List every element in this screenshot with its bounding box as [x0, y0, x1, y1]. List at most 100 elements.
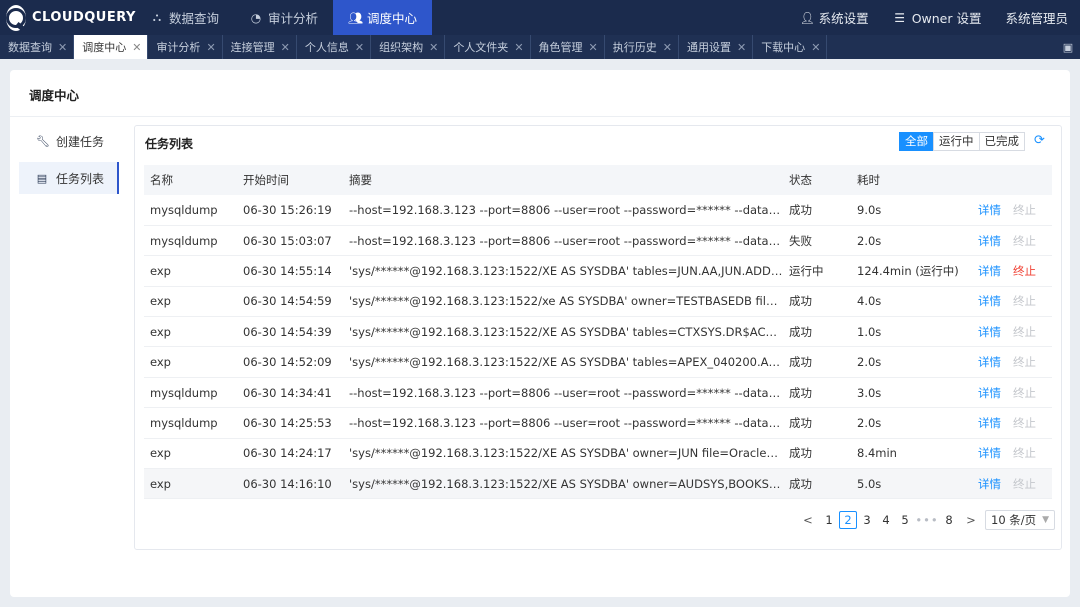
page-number[interactable]: 8 — [940, 511, 958, 529]
cell-actions: 详情 终止 — [978, 286, 1052, 318]
tab-history[interactable]: 执行历史 ✕ — [605, 35, 679, 59]
close-icon[interactable]: ✕ — [737, 41, 746, 54]
divider — [10, 116, 1070, 117]
cell-duration: 1.0s — [851, 316, 978, 348]
page-number[interactable]: 5 — [896, 511, 914, 529]
stop-link[interactable]: 终止 — [1013, 264, 1036, 278]
tab-bar: 数据查询 ✕ 调度中心 ✕ 审计分析 ✕ 连接管理 ✕ 个人信息 ✕ 组织架构 ✕ 个人文件… — [0, 35, 1080, 59]
close-icon[interactable]: ✕ — [514, 41, 523, 54]
pagination-ellipsis[interactable]: ••• — [915, 511, 939, 529]
page-size-select[interactable]: 10 条/页 ▼ — [985, 510, 1056, 530]
detail-link[interactable]: 详情 — [978, 416, 1001, 430]
cell-actions: 详情 终止 — [978, 195, 1052, 226]
tab-profile[interactable]: 个人信息 ✕ — [297, 35, 372, 59]
close-icon[interactable]: ✕ — [206, 41, 215, 54]
cell-status: 成功 — [783, 195, 851, 226]
close-icon[interactable]: ✕ — [58, 41, 67, 54]
page-size-value: 10 条/页 — [991, 513, 1037, 527]
cell-name: exp — [144, 346, 237, 378]
side-item-create-task[interactable]: 🔧︎ 创建任务 — [19, 125, 119, 157]
tab-personal-folder[interactable]: 个人文件夹 ✕ — [445, 35, 531, 59]
close-icon[interactable]: ✕ — [355, 41, 364, 54]
page-number[interactable]: 4 — [877, 511, 895, 529]
page-number[interactable]: 2 — [839, 511, 857, 529]
detail-link[interactable]: 详情 — [978, 234, 1001, 248]
tab-label: 连接管理 — [230, 41, 275, 54]
stop-link: 终止 — [1013, 294, 1036, 309]
close-icon[interactable]: ✕ — [281, 41, 290, 54]
tab-data-query[interactable]: 数据查询 ✕ — [0, 35, 75, 59]
cell-status: 成功 — [783, 438, 851, 470]
page-number[interactable]: 1 — [820, 511, 838, 529]
tab-label: 角色管理 — [538, 41, 583, 54]
nav-item-label: Owner 设置 — [911, 11, 982, 26]
nav-system-settings[interactable]: 👤︎ 系统设置 — [788, 0, 881, 35]
nav-owner-settings[interactable]: ☰ Owner 设置 — [881, 0, 994, 35]
stop-link: 终止 — [1013, 202, 1036, 217]
tab-connections[interactable]: 连接管理 ✕ — [223, 35, 297, 59]
filter-completed[interactable]: 已完成 — [978, 132, 1025, 151]
table-row: exp 06-30 14:55:14'sys/******@192.168.3.1… — [144, 255, 1052, 287]
cell-actions: 详情 终止 — [978, 225, 1052, 257]
nav-item-scheduler[interactable]: 👥︎ 调度中心 — [333, 0, 433, 35]
detail-link[interactable]: 详情 — [978, 294, 1001, 308]
tab-org[interactable]: 组织架构 ✕ — [371, 35, 446, 59]
tab-label: 调度中心 — [82, 41, 127, 54]
tab-menu-icon[interactable]: ▣ — [1056, 35, 1080, 59]
close-icon[interactable]: ✕ — [811, 41, 820, 54]
detail-link[interactable]: 详情 — [978, 203, 1001, 217]
detail-link[interactable]: 详情 — [978, 325, 1001, 339]
next-page-icon[interactable]: > — [963, 513, 979, 527]
cell-name: exp — [144, 438, 237, 470]
filter-all[interactable]: 全部 — [899, 132, 934, 151]
nav-item-audit[interactable]: ◔ 审计分析 — [234, 0, 333, 35]
cell-summary: 'sys/******@192.168.3.123:1522/XE AS SYS… — [343, 316, 783, 348]
logo[interactable]: CLOUDQUERY — [0, 0, 135, 35]
detail-link[interactable]: 详情 — [978, 386, 1001, 400]
nav-user-menu[interactable]: 系统管理员 — [993, 0, 1080, 35]
table-row: mysqldump 06-30 15:26:19 --host=192.168.3.… — [144, 195, 1052, 226]
nav-item-label: 调度中心 — [367, 11, 418, 26]
task-list-card: 任务列表 全部 运行中 已完成 ⟳ 名称 开始时间 摘要 状态 耗时 mysql — [134, 125, 1062, 550]
cell-start-time: 06-30 15:26:19 — [237, 195, 343, 226]
side-item-task-list[interactable]: ▤ 任务列表 — [19, 162, 119, 194]
refresh-icon[interactable]: ⟳ — [1034, 133, 1045, 148]
detail-link[interactable]: 详情 — [978, 477, 1001, 491]
cell-actions: 详情 终止 — [978, 438, 1052, 470]
detail-link[interactable]: 详情 — [978, 446, 1001, 460]
side-item-label: 创建任务 — [56, 134, 105, 149]
cell-status: 成功 — [783, 346, 851, 378]
side-menu: 🔧︎ 创建任务 ▤ 任务列表 — [19, 125, 119, 199]
detail-link[interactable]: 详情 — [978, 355, 1001, 369]
cell-summary: --host=192.168.3.123 --port=8806 --user=… — [343, 195, 783, 226]
cell-actions: 详情 终止 — [978, 316, 1052, 348]
close-icon[interactable]: ✕ — [589, 41, 598, 54]
cell-name: exp — [144, 255, 237, 287]
tab-scheduler[interactable]: 调度中心 ✕ — [74, 35, 149, 59]
cell-duration: 8.4min — [851, 438, 978, 470]
cell-name: exp — [144, 468, 237, 500]
close-icon[interactable]: ✕ — [429, 41, 438, 54]
cell-duration: 4.0s — [851, 286, 978, 318]
table-header: 名称 开始时间 摘要 状态 耗时 — [144, 165, 1052, 195]
cell-status: 成功 — [783, 286, 851, 318]
close-icon[interactable]: ✕ — [663, 41, 672, 54]
cell-summary: 'sys/******@192.168.3.123:1522/XE AS SYS… — [343, 468, 783, 500]
close-icon[interactable]: ✕ — [132, 41, 141, 54]
page-number[interactable]: 3 — [858, 511, 876, 529]
prev-page-icon[interactable]: < — [800, 513, 816, 527]
cell-start-time: 06-30 14:52:09 — [237, 346, 343, 378]
tab-label: 个人信息 — [304, 41, 349, 54]
tab-downloads[interactable]: 下载中心 ✕ — [753, 35, 828, 59]
tab-roles[interactable]: 角色管理 ✕ — [531, 35, 605, 59]
filter-running[interactable]: 运行中 — [933, 132, 980, 151]
table-row: mysqldump 06-30 14:34:41 --host=192.168.3.… — [144, 377, 1052, 409]
main-nav: ⛬ 数据查询 ◔ 审计分析 👥︎ 调度中心 — [135, 0, 433, 35]
cell-name: mysqldump — [144, 195, 237, 226]
detail-link[interactable]: 详情 — [978, 264, 1001, 278]
tab-general-settings[interactable]: 通用设置 ✕ — [679, 35, 754, 59]
tab-audit[interactable]: 审计分析 ✕ — [148, 35, 223, 59]
logo-text: CLOUDQUERY — [32, 10, 136, 25]
tab-label: 执行历史 — [612, 41, 657, 54]
nav-item-data-query[interactable]: ⛬ 数据查询 — [135, 0, 234, 35]
